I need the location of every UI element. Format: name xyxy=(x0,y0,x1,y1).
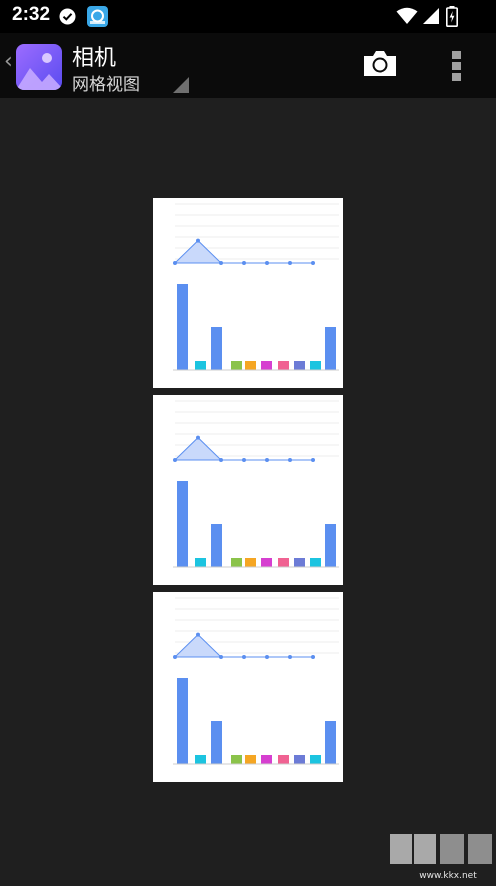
bar xyxy=(231,361,242,370)
bar xyxy=(245,558,256,567)
bar xyxy=(261,558,272,567)
page-title: 相机 xyxy=(72,46,117,71)
line-point xyxy=(242,261,246,265)
bar xyxy=(177,481,188,567)
bar xyxy=(195,558,206,567)
bar xyxy=(261,755,272,764)
signal-icon xyxy=(422,7,440,29)
check-circle-icon xyxy=(59,8,76,29)
bar xyxy=(310,361,321,370)
app-notification-icon xyxy=(87,6,108,27)
view-mode-label[interactable]: 网格视图 xyxy=(72,70,140,95)
bar xyxy=(211,721,222,764)
line-point xyxy=(242,655,246,659)
dropdown-triangle-icon[interactable] xyxy=(173,77,189,93)
bar xyxy=(261,361,272,370)
bar xyxy=(195,361,206,370)
bar xyxy=(211,524,222,567)
bar xyxy=(278,361,289,370)
camera-icon[interactable] xyxy=(362,50,398,82)
line-point xyxy=(265,655,269,659)
watermark-url: www.kkx.net xyxy=(419,871,477,881)
line-point xyxy=(311,655,315,659)
bar xyxy=(310,558,321,567)
line-point xyxy=(311,458,315,462)
more-options-icon[interactable] xyxy=(450,49,464,87)
bar xyxy=(231,755,242,764)
line-point xyxy=(288,261,292,265)
bar xyxy=(325,721,336,764)
line-point xyxy=(196,435,200,440)
photo-thumbnail[interactable] xyxy=(153,198,343,388)
line-point xyxy=(265,261,269,265)
bar xyxy=(278,755,289,764)
gallery-app-icon[interactable] xyxy=(16,44,62,90)
bar xyxy=(325,524,336,567)
status-time: 2:32 xyxy=(12,4,51,25)
watermark-logo: www.kkx.net xyxy=(388,832,494,882)
line-point xyxy=(219,458,223,462)
line-point xyxy=(196,238,200,243)
line-point xyxy=(288,458,292,462)
line-point xyxy=(173,261,177,265)
bar xyxy=(177,678,188,764)
photo-thumbnail[interactable] xyxy=(153,395,343,585)
app-bar: ‹ 相机 网格视图 xyxy=(0,33,496,98)
bar xyxy=(294,361,305,370)
line-point xyxy=(219,261,223,265)
status-bar: 2:32 xyxy=(0,0,496,33)
bar xyxy=(231,558,242,567)
bar xyxy=(310,755,321,764)
photo-thumbnail[interactable] xyxy=(153,592,343,782)
line-point xyxy=(219,655,223,659)
line-point xyxy=(196,632,200,637)
bar xyxy=(195,755,206,764)
back-chevron-icon[interactable]: ‹ xyxy=(4,49,13,74)
line-point xyxy=(242,458,246,462)
line-point xyxy=(311,261,315,265)
bar xyxy=(294,755,305,764)
line-point xyxy=(288,655,292,659)
photo-grid xyxy=(153,198,343,789)
bar xyxy=(325,327,336,370)
wifi-icon xyxy=(396,7,418,29)
line-point xyxy=(173,655,177,659)
line-point xyxy=(173,458,177,462)
bar xyxy=(294,558,305,567)
bar xyxy=(278,558,289,567)
line-point xyxy=(265,458,269,462)
bar xyxy=(211,327,222,370)
battery-icon xyxy=(446,6,458,31)
bar xyxy=(177,284,188,370)
bar xyxy=(245,755,256,764)
bar xyxy=(245,361,256,370)
